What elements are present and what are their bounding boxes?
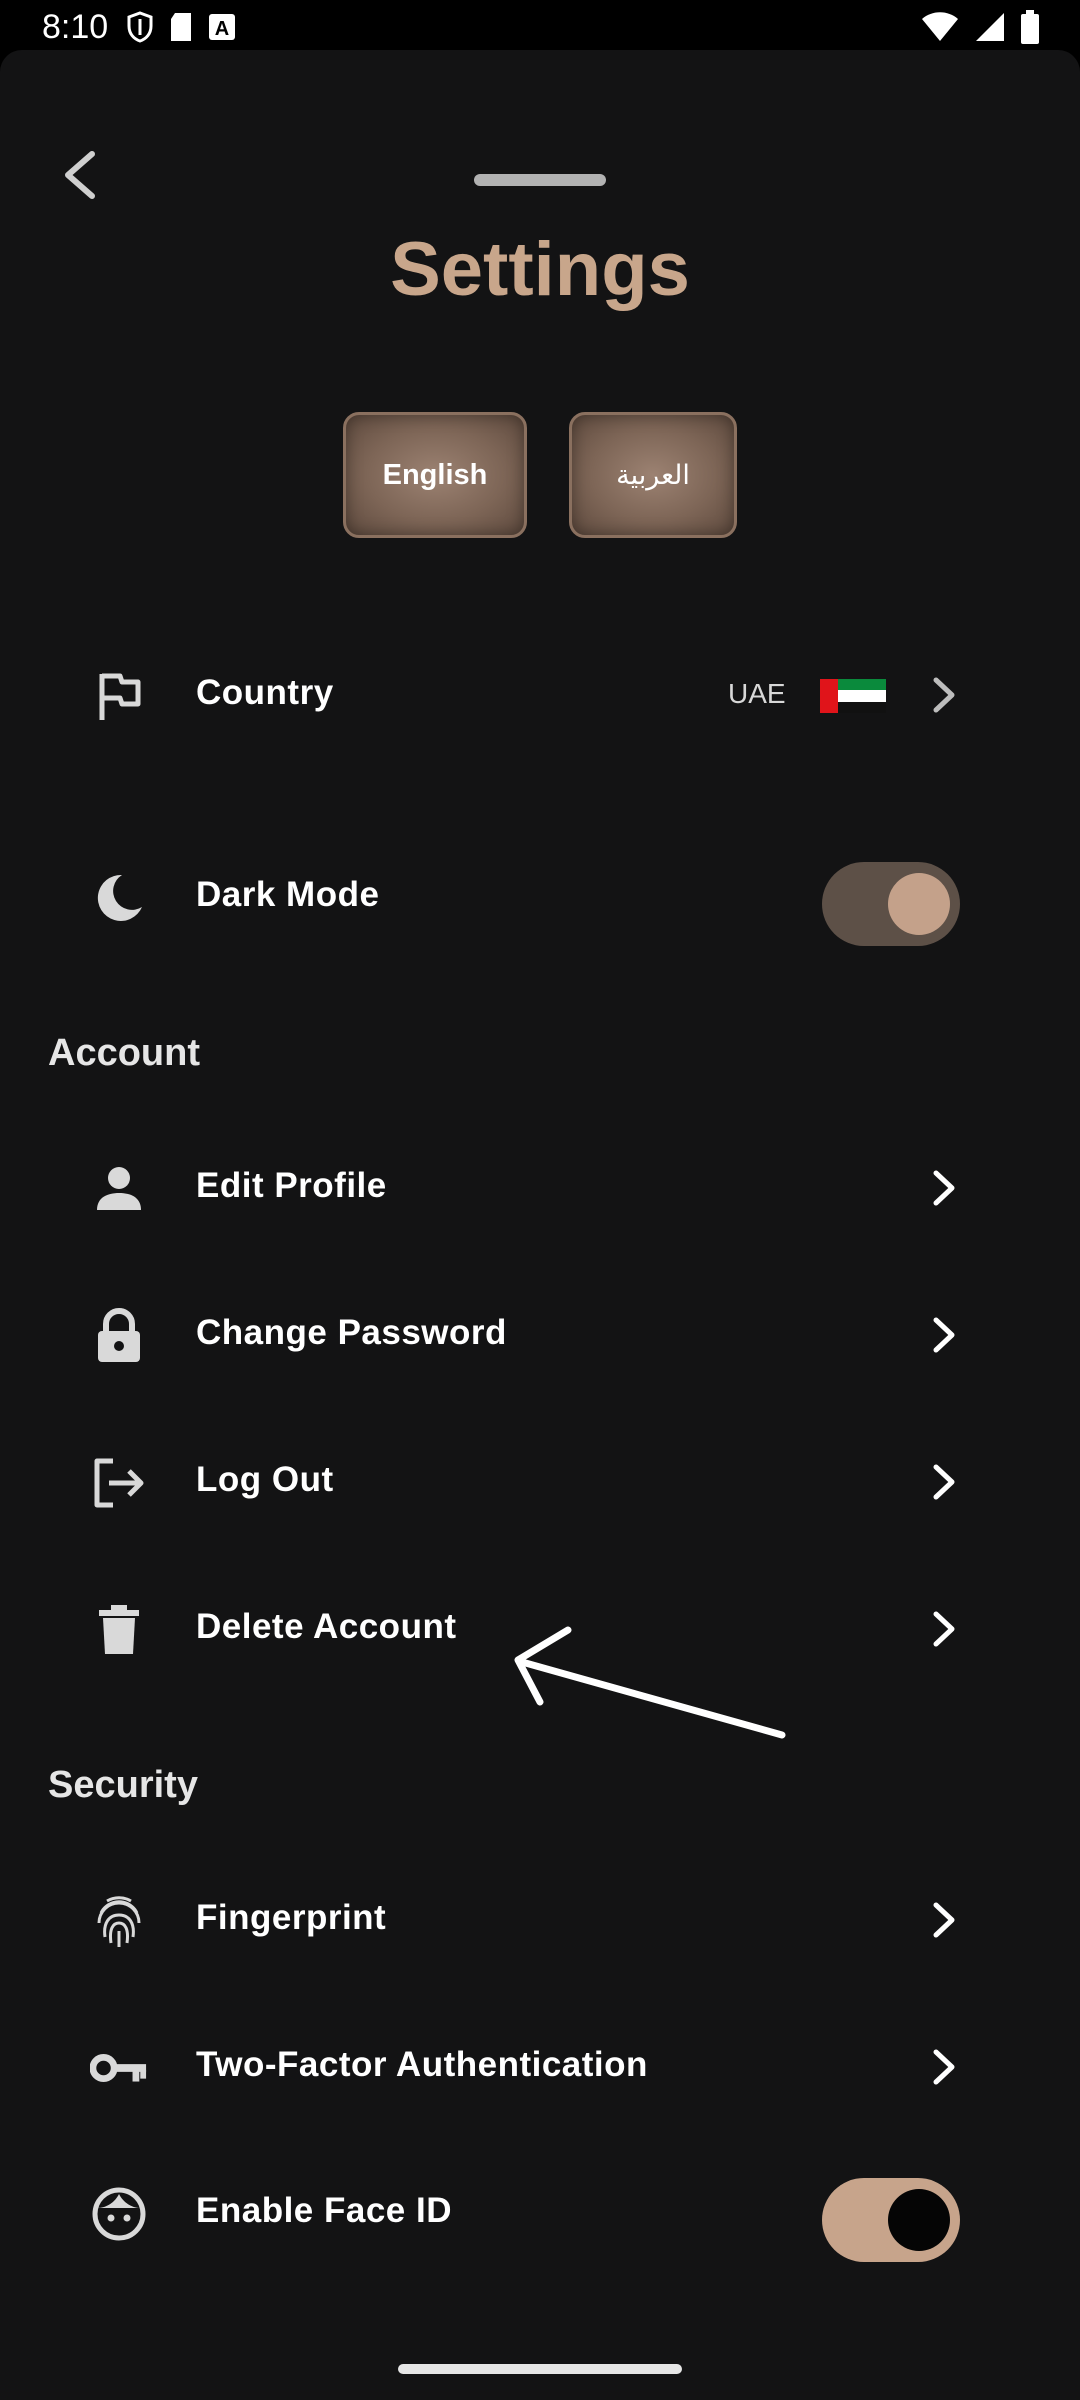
chevron-right-icon <box>920 1310 970 1360</box>
chevron-right-icon <box>920 1604 970 1654</box>
security-section-header: Security <box>48 1764 198 1806</box>
change-password-label: Change Password <box>196 1313 507 1352</box>
toggle-knob <box>888 2189 950 2251</box>
uae-flag-icon <box>820 679 886 713</box>
chevron-left-icon <box>65 151 95 199</box>
log-out-label: Log Out <box>196 1460 334 1499</box>
delete-account-label: Delete Account <box>196 1607 457 1646</box>
flag-outline-icon <box>90 667 148 725</box>
dark-mode-toggle[interactable] <box>822 862 960 946</box>
status-bar: 8:10 A <box>0 0 1080 50</box>
signal-icon <box>976 13 1004 41</box>
home-indicator[interactable] <box>398 2364 682 2374</box>
two-factor-label: Two-Factor Authentication <box>196 2045 648 2084</box>
fingerprint-icon <box>90 1892 148 1950</box>
country-row[interactable]: Country UAE <box>0 640 1080 750</box>
edit-profile-row[interactable]: Edit Profile <box>0 1133 1080 1243</box>
change-password-row[interactable]: Change Password <box>0 1280 1080 1390</box>
text-a-icon: A <box>209 14 235 40</box>
fingerprint-label: Fingerprint <box>196 1898 387 1937</box>
account-section-header: Account <box>48 1032 200 1074</box>
english-button[interactable]: English <box>343 412 527 538</box>
two-factor-row[interactable]: Two-Factor Authentication <box>0 2012 1080 2122</box>
lock-icon <box>90 1307 148 1365</box>
status-icons-right <box>920 10 1040 44</box>
fingerprint-row[interactable]: Fingerprint <box>0 1865 1080 1975</box>
country-value: UAE <box>728 678 786 709</box>
wifi-icon <box>922 12 958 41</box>
chevron-right-icon <box>920 670 970 720</box>
face-icon <box>90 2185 148 2243</box>
page-title: Settings <box>390 227 690 312</box>
status-icons-left: A <box>126 10 236 44</box>
moon-icon <box>90 869 148 927</box>
back-button[interactable] <box>52 140 112 210</box>
annotation-arrow-icon <box>514 1626 786 1739</box>
dark-mode-label: Dark Mode <box>196 875 380 914</box>
person-icon <box>90 1160 148 1218</box>
toggle-knob <box>888 873 950 935</box>
face-id-row: Enable Face ID <box>0 2158 1080 2268</box>
shield-icon <box>127 11 153 43</box>
arabic-button[interactable]: العربية <box>569 412 737 538</box>
dark-mode-row: Dark Mode <box>0 842 1080 952</box>
chevron-right-icon <box>920 2042 970 2092</box>
sd-card-icon <box>171 13 191 41</box>
country-label: Country <box>196 673 334 712</box>
chevron-right-icon <box>920 1163 970 1213</box>
chevron-right-icon <box>920 1895 970 1945</box>
logout-icon <box>90 1454 148 1512</box>
chevron-right-icon <box>920 1457 970 1507</box>
drag-handle[interactable] <box>474 174 606 186</box>
edit-profile-label: Edit Profile <box>196 1166 387 1205</box>
svg-text:A: A <box>215 18 229 40</box>
log-out-row[interactable]: Log Out <box>0 1427 1080 1537</box>
face-id-label: Enable Face ID <box>196 2191 452 2230</box>
key-icon <box>90 2039 148 2097</box>
trash-icon <box>90 1601 148 1659</box>
battery-icon <box>1021 10 1039 44</box>
face-id-toggle[interactable] <box>822 2178 960 2262</box>
status-time: 8:10 <box>42 8 109 46</box>
